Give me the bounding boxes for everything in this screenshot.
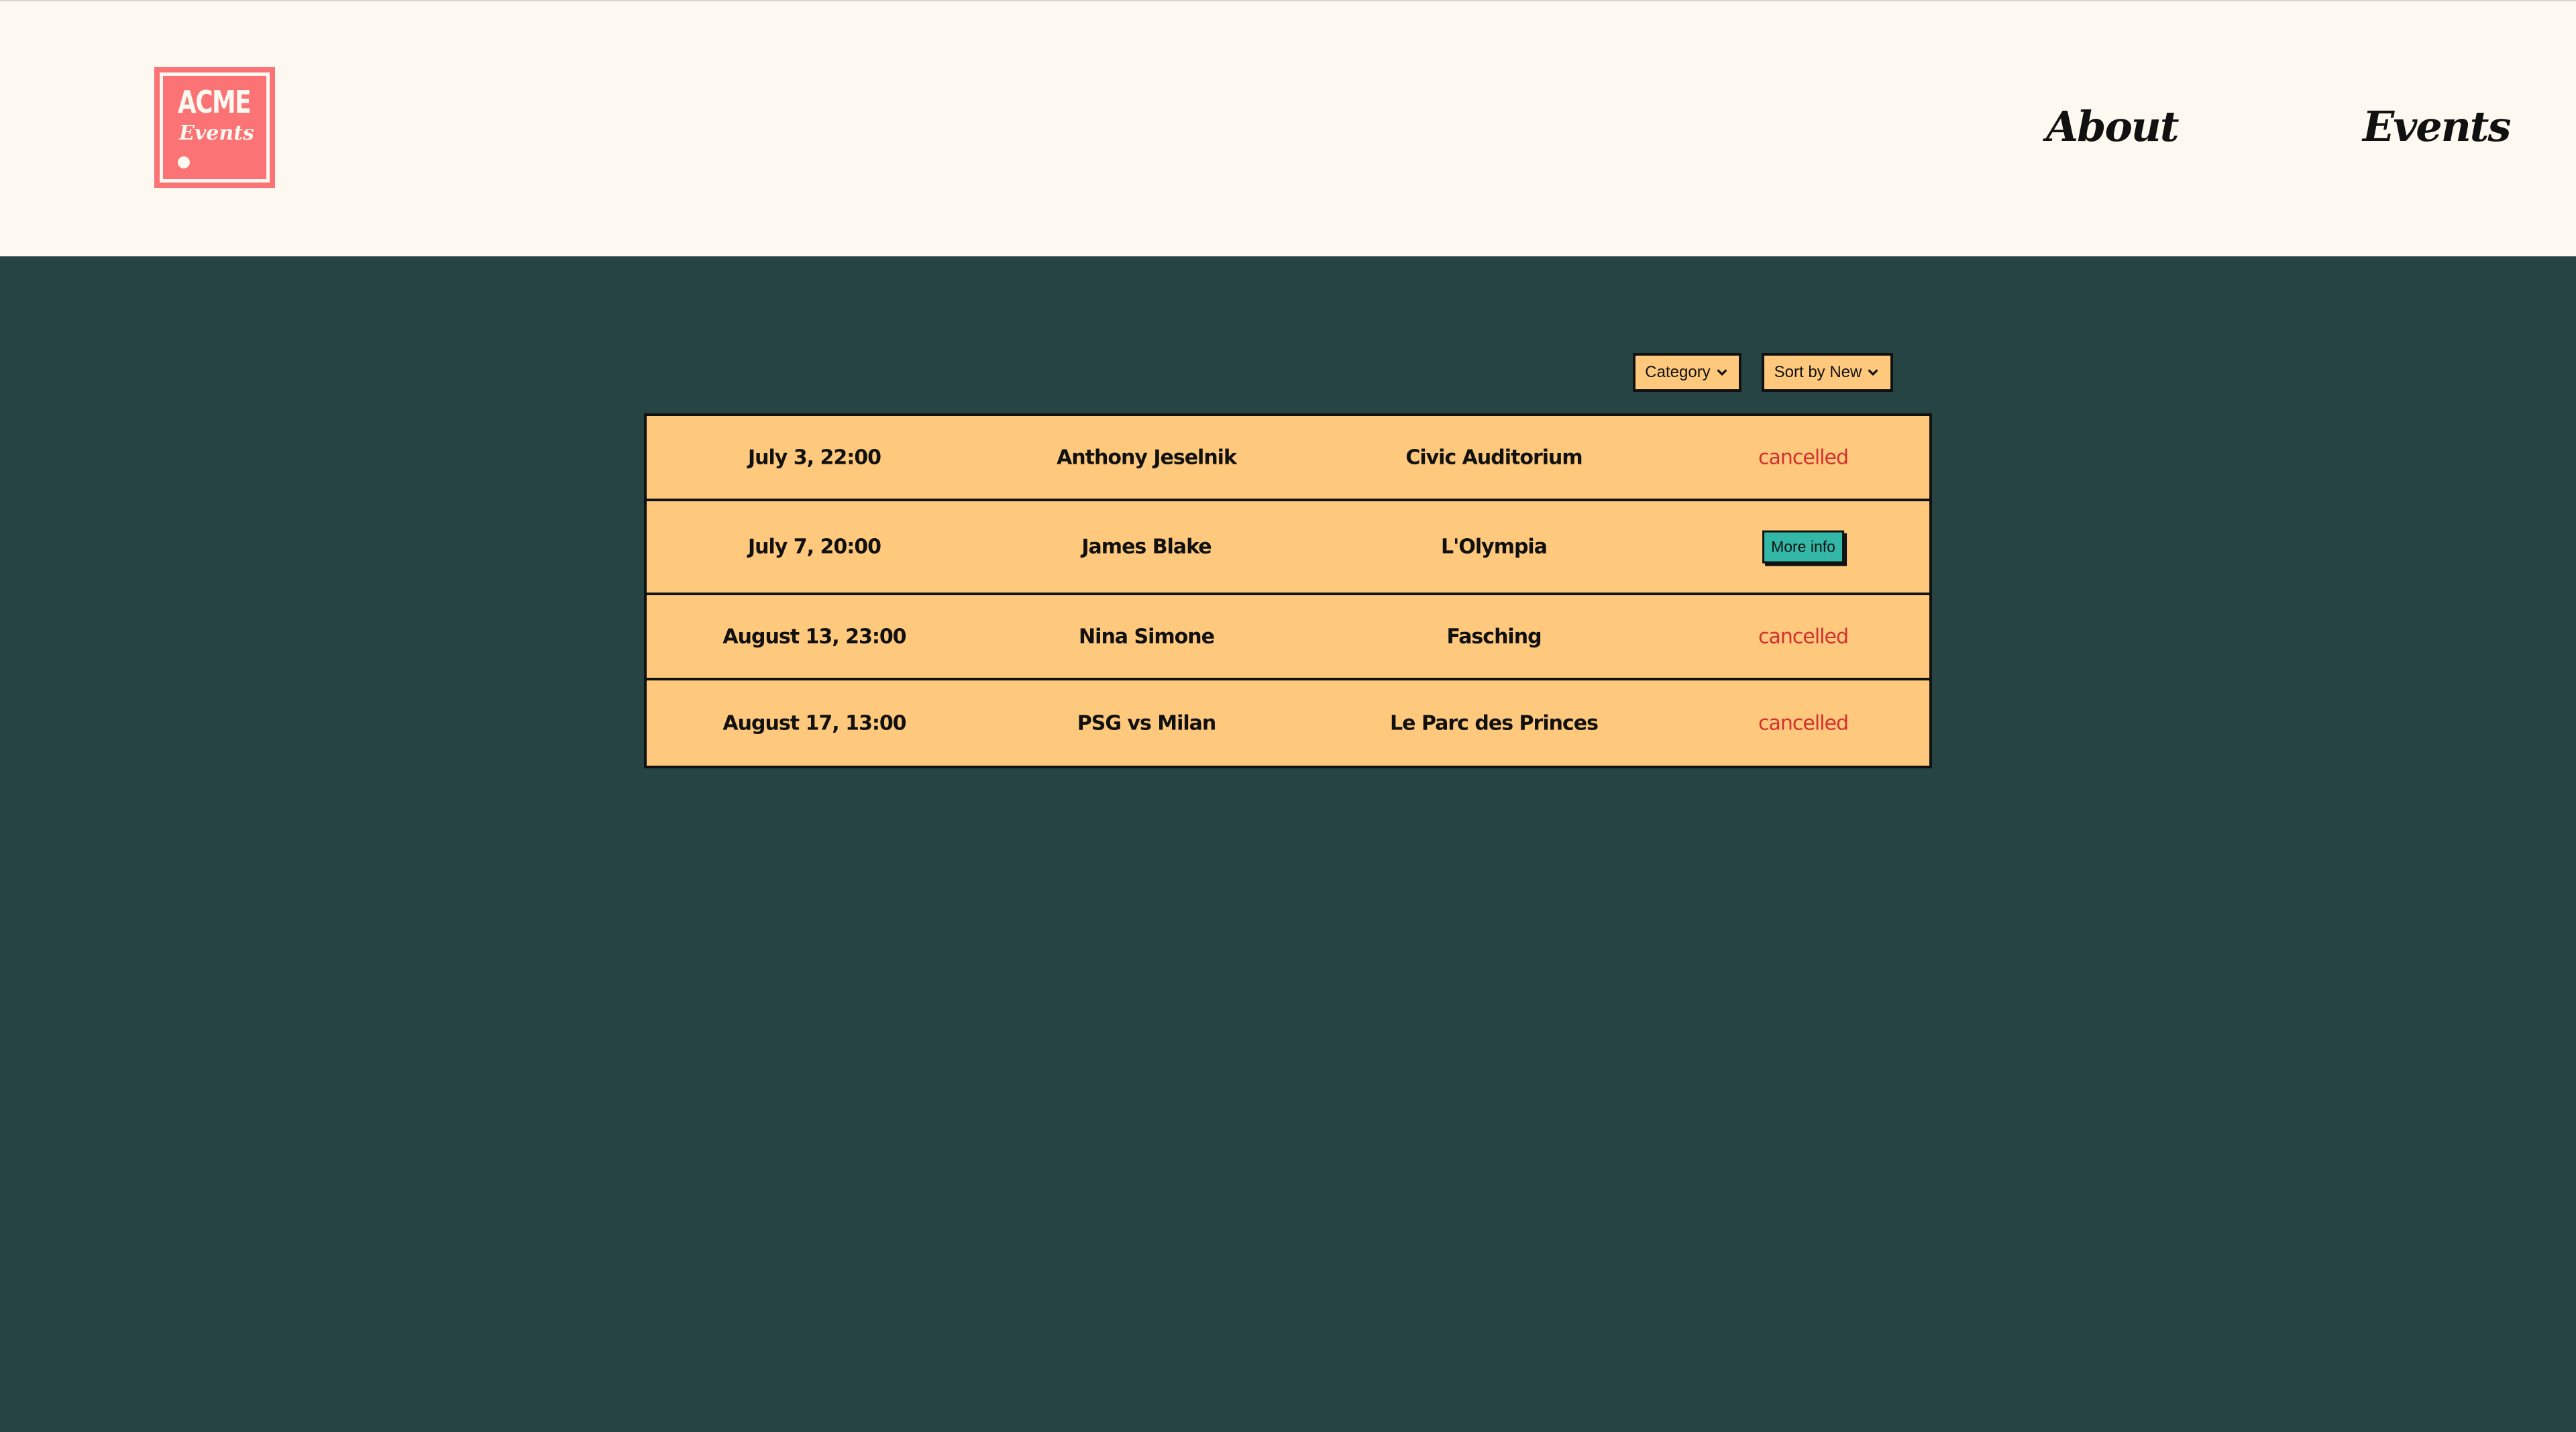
sort-select[interactable]: Sort by New bbox=[1762, 353, 1893, 392]
logo-dot bbox=[178, 156, 190, 168]
event-action: More info bbox=[1762, 530, 1844, 564]
event-venue: L'Olympia bbox=[1441, 535, 1548, 559]
event-row: August 13, 23:00 Nina Simone Fasching ca… bbox=[647, 595, 1929, 680]
event-status-cancelled: cancelled bbox=[1758, 625, 1849, 648]
site-header: ACME Events About Events bbox=[0, 0, 2576, 256]
event-venue: Fasching bbox=[1446, 625, 1542, 648]
event-artist: Nina Simone bbox=[1079, 625, 1215, 648]
event-artist: James Blake bbox=[1081, 535, 1212, 559]
event-artist: Anthony Jeselnik bbox=[1057, 446, 1237, 469]
event-date: August 17, 13:00 bbox=[722, 711, 906, 735]
logo-frame: ACME Events bbox=[160, 72, 270, 183]
category-select[interactable]: Category bbox=[1633, 353, 1741, 392]
events-table: July 3, 22:00 Anthony Jeselnik Civic Aud… bbox=[644, 413, 1932, 768]
acme-events-logo[interactable]: ACME Events bbox=[154, 67, 275, 188]
chevron-down-icon bbox=[1868, 369, 1878, 376]
event-row: July 7, 20:00 James Blake L'Olympia More… bbox=[647, 501, 1929, 595]
event-status-cancelled: cancelled bbox=[1758, 711, 1849, 735]
category-select-label: Category bbox=[1645, 363, 1711, 381]
event-date: July 3, 22:00 bbox=[747, 446, 881, 469]
more-info-button[interactable]: More info bbox=[1762, 530, 1844, 564]
logo-events-text: Events bbox=[179, 121, 254, 145]
event-row: August 17, 13:00 PSG vs Milan Le Parc de… bbox=[647, 680, 1929, 766]
chevron-down-icon bbox=[1717, 369, 1727, 376]
event-row: July 3, 22:00 Anthony Jeselnik Civic Aud… bbox=[647, 416, 1929, 501]
event-venue: Le Parc des Princes bbox=[1390, 711, 1599, 735]
logo-acme-text: ACME bbox=[178, 84, 252, 120]
event-artist: PSG vs Milan bbox=[1077, 711, 1217, 735]
nav-about-link[interactable]: About bbox=[2046, 102, 2180, 151]
event-date: July 7, 20:00 bbox=[747, 535, 881, 559]
sort-select-label: Sort by New bbox=[1774, 363, 1862, 381]
event-date: August 13, 23:00 bbox=[722, 625, 906, 648]
event-venue: Civic Auditorium bbox=[1405, 446, 1582, 469]
nav-events-link[interactable]: Events bbox=[2363, 102, 2511, 151]
event-status-cancelled: cancelled bbox=[1758, 446, 1849, 469]
